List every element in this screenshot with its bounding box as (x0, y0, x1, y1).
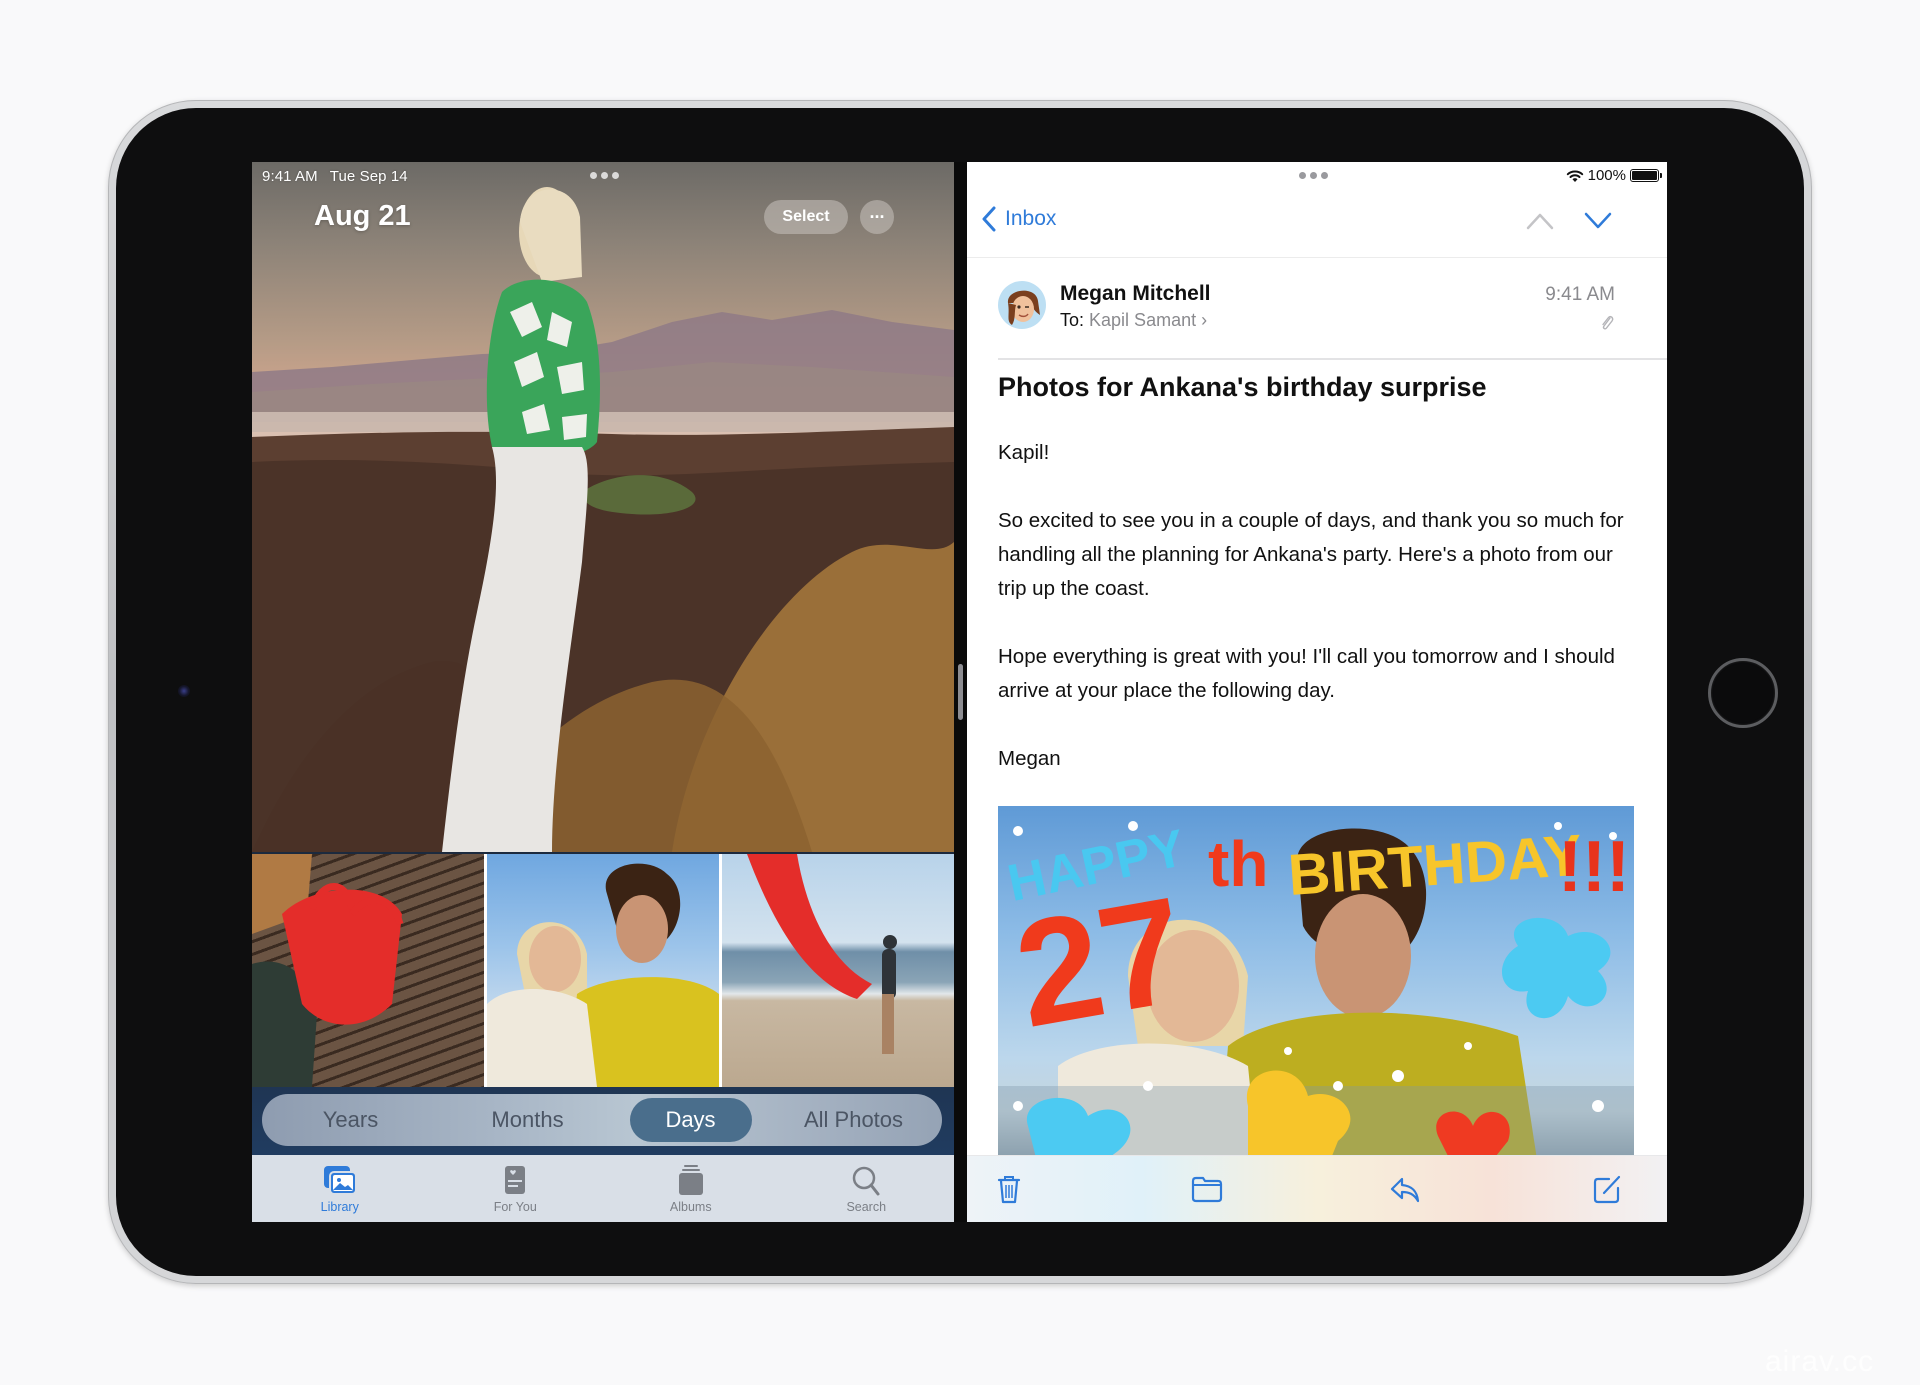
sender-name: Megan Mitchell (1060, 282, 1211, 305)
tab-albums[interactable]: Albums (621, 1164, 761, 1214)
status-bar-left: 9:41 AM Tue Sep 14 (262, 168, 408, 185)
sticker-exclaim: !!! (1558, 827, 1630, 907)
sticker-th: th (1208, 828, 1268, 900)
tab-albums-label: Albums (669, 1199, 712, 1214)
red-bag-illustration (252, 854, 404, 1087)
segment-years[interactable]: Years (276, 1098, 426, 1142)
front-camera (178, 685, 190, 697)
hero-photo[interactable] (252, 162, 954, 852)
reply-icon (1390, 1177, 1420, 1203)
view-mode-bar: Years Months Days All Photos (252, 1087, 954, 1155)
recipient-name: Kapil Samant (1089, 310, 1197, 330)
trash-icon (997, 1176, 1021, 1204)
sticker-number: 27 (1004, 864, 1197, 1058)
photos-app: 9:41 AM Tue Sep 14 Aug 21 Select ··· Yea… (252, 162, 954, 1222)
status-bar-right: 100% (1566, 167, 1662, 184)
header-separator (998, 358, 1667, 360)
photo-thumbnail[interactable] (722, 854, 954, 1087)
battery-percent: 100% (1587, 167, 1626, 184)
next-message-chevron-down-icon[interactable] (1583, 212, 1613, 230)
chevron-right-icon: › (1201, 310, 1208, 330)
signature: Megan (998, 747, 1061, 770)
birthday-photo-attachment[interactable]: HAPPY 27 th BIRTHDAY !!! (998, 806, 1634, 1166)
message-subject: Photos for Ankana's birthday surprise (998, 372, 1487, 402)
multitasking-menu[interactable] (1299, 172, 1328, 179)
friends-illustration (487, 863, 719, 1087)
segment-months[interactable]: Months (453, 1098, 603, 1142)
chevron-left-icon (982, 206, 996, 232)
folder-icon (1191, 1176, 1223, 1203)
photos-tab-bar: Library For You Albums Search (252, 1155, 954, 1222)
more-options-button[interactable]: ··· (860, 200, 894, 234)
split-view-handle[interactable] (958, 664, 963, 720)
for-you-icon (505, 1165, 526, 1194)
previous-message-chevron-up-icon[interactable] (1525, 212, 1555, 230)
message-view: Megan Mitchell To: Kapil Samant › 9:41 A… (967, 257, 1667, 1166)
delete-button[interactable] (991, 1171, 1027, 1207)
mail-app: 100% Inbox Megan Mitchell To: Kapil Sama… (967, 162, 1667, 1222)
compose-icon (1593, 1175, 1621, 1204)
tab-for-you-label: For You (493, 1199, 537, 1214)
segment-days[interactable]: Days (629, 1098, 752, 1142)
mail-toolbar (967, 1155, 1667, 1222)
tab-for-you[interactable]: For You (445, 1164, 585, 1214)
multitasking-menu[interactable] (590, 172, 619, 179)
memoji-avatar-icon (1007, 290, 1040, 325)
message-time: 9:41 AM (1545, 284, 1615, 305)
page-title: Aug 21 (314, 200, 411, 232)
body-paragraph: Hope everything is great with you! I'll … (998, 645, 1615, 702)
product-shot: 9:41 AM Tue Sep 14 Aug 21 Select ··· Yea… (0, 0, 1920, 1385)
albums-icon (678, 1164, 703, 1195)
segment-all-photos[interactable]: All Photos (779, 1098, 929, 1142)
recipient-line[interactable]: To: Kapil Samant › (1060, 310, 1207, 331)
back-label: Inbox (1005, 207, 1057, 230)
body-paragraph: So excited to see you in a couple of day… (998, 509, 1624, 600)
view-mode-segmented-control: Years Months Days All Photos (262, 1094, 942, 1146)
wifi-icon (1566, 170, 1583, 182)
to-label: To: (1060, 310, 1085, 330)
paperclip-icon (1602, 315, 1614, 330)
photo-grid (252, 854, 954, 1087)
back-to-inbox-button[interactable]: Inbox (981, 206, 1056, 232)
watermark: airav.cc (1765, 1345, 1875, 1378)
photo-thumbnail[interactable] (487, 854, 719, 1087)
greeting: Kapil! (998, 441, 1050, 464)
beach-illustration (747, 854, 897, 1054)
tab-search-label: Search (846, 1199, 887, 1214)
birthday-card-illustration: HAPPY 27 th BIRTHDAY !!! (998, 819, 1634, 1166)
search-icon (853, 1166, 880, 1195)
reply-button[interactable] (1387, 1171, 1423, 1207)
tab-library-label: Library (320, 1199, 359, 1214)
ellipsis-icon: ··· (869, 206, 886, 227)
select-button[interactable]: Select (764, 200, 848, 234)
message-body: Kapil! So excited to see you in a couple… (998, 436, 1638, 810)
split-view-divider[interactable] (954, 162, 967, 1222)
woman-figure (442, 187, 600, 852)
move-to-folder-button[interactable] (1189, 1171, 1225, 1207)
tab-library[interactable]: Library (270, 1164, 410, 1214)
tab-search[interactable]: Search (796, 1164, 936, 1214)
compose-button[interactable] (1589, 1171, 1625, 1207)
home-button[interactable] (1708, 658, 1778, 728)
photo-library-icon (323, 1165, 357, 1195)
photo-thumbnail[interactable] (252, 854, 484, 1087)
status-time: 9:41 AM (262, 168, 318, 185)
status-date: Tue Sep 14 (329, 168, 408, 185)
ipad-screen: 9:41 AM Tue Sep 14 Aug 21 Select ··· Yea… (252, 162, 1667, 1222)
battery-icon (1630, 169, 1662, 182)
sender-avatar[interactable] (998, 281, 1046, 329)
